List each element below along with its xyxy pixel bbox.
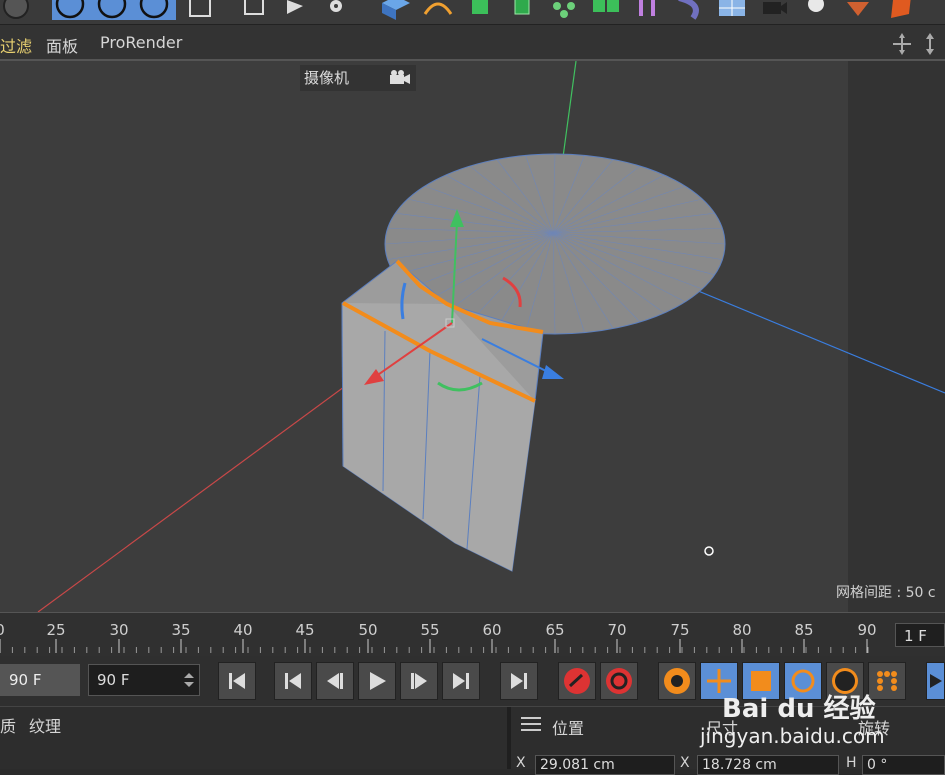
record-key-button[interactable]: [558, 662, 596, 700]
pen-icon: [423, 2, 453, 15]
extrude-icon: [514, 0, 530, 15]
floor-button[interactable]: [712, 0, 752, 20]
prev-key-icon: [285, 673, 301, 689]
previous-key-button[interactable]: [274, 662, 312, 700]
grid-floor-icon: [719, 0, 745, 16]
next-frame-button[interactable]: [400, 662, 438, 700]
array-button[interactable]: [586, 0, 626, 20]
timeline-ruler[interactable]: 02530354045505560657075808590 1 F: [0, 612, 945, 657]
bend-button[interactable]: [670, 0, 710, 20]
scene-canvas[interactable]: [0, 61, 945, 612]
prev-frame-icon: [327, 673, 343, 689]
pos-x-label: X: [516, 755, 526, 771]
xyz-axis-icons: [55, 0, 169, 19]
render-region-button[interactable]: [236, 0, 272, 20]
next-frame-icon: [411, 673, 427, 689]
dots-grid-icon: [877, 671, 897, 691]
subdivision-button[interactable]: [460, 0, 500, 20]
material-button[interactable]: [880, 0, 920, 20]
baidu-watermark-logo: Bai du 经验: [722, 694, 876, 724]
auto-key-icon: [606, 668, 632, 694]
next-key-button[interactable]: [442, 662, 480, 700]
light-bulb-icon: [808, 0, 824, 12]
hamburger-menu-icon[interactable]: [520, 715, 542, 733]
perspective-viewport[interactable]: 摄像机 网格间距: 50 c: [0, 61, 945, 612]
z-axis-arrow-icon[interactable]: [542, 365, 564, 379]
stepper-icon[interactable]: [183, 671, 195, 689]
cursor-icon: [3, 0, 29, 19]
cube-icon: [382, 0, 410, 20]
tab-texture[interactable]: 纹理: [29, 713, 61, 737]
end-frame-field[interactable]: 90 F: [0, 664, 80, 696]
scene-button[interactable]: [838, 0, 878, 20]
coordinate-system-button[interactable]: [184, 0, 218, 20]
size-x-field[interactable]: 18.728 cm: [697, 755, 839, 775]
viewport-menubar: 过滤 面板 ProRender: [0, 25, 945, 61]
select-tool-button[interactable]: [0, 0, 32, 20]
current-frame-field[interactable]: 1 F: [895, 623, 945, 647]
rot-h-label: H: [846, 755, 857, 771]
axis-lock-group: [52, 0, 176, 20]
coordinate-icon: [189, 0, 211, 17]
size-x-label: X: [680, 755, 690, 771]
bend-icon: [678, 0, 699, 20]
tab-material[interactable]: 质: [0, 713, 16, 737]
spline-pen-button[interactable]: [418, 0, 458, 20]
position-x-field[interactable]: 29.081 cm: [535, 755, 675, 775]
baidu-watermark-url: jingyan.baidu.com: [700, 724, 885, 748]
main-toolbar: [0, 0, 945, 25]
timeline-button[interactable]: [926, 662, 945, 700]
coordinates-position-header: 位置: [552, 719, 585, 738]
preview-end-value: 90 F: [97, 671, 130, 689]
cloner-button[interactable]: [544, 0, 584, 20]
camera-icon: [763, 2, 787, 14]
auto-key-button[interactable]: [600, 662, 638, 700]
timeline-icon: [929, 674, 942, 688]
deformer-button[interactable]: [628, 0, 668, 20]
play-icon: [370, 672, 386, 690]
rotation-h-field[interactable]: 0 °: [862, 755, 945, 775]
cubes-icon: [593, 0, 619, 12]
menu-panel[interactable]: 面板: [46, 33, 78, 57]
render-region-icon: [244, 0, 264, 15]
cloner-icon: [553, 2, 575, 18]
previous-frame-button[interactable]: [316, 662, 354, 700]
go-to-start-button[interactable]: [218, 662, 256, 700]
panel-divider: [507, 707, 511, 769]
go-to-end-button[interactable]: [500, 662, 538, 700]
key-gear-icon: [664, 668, 690, 694]
deformer-icon: [639, 0, 655, 16]
timeline-tick-marks: [0, 639, 869, 653]
keyframe-selection-button[interactable]: [658, 662, 696, 700]
menu-prorender[interactable]: ProRender: [100, 33, 182, 52]
skip-start-icon: [229, 673, 245, 689]
mouse-cursor-icon: [704, 546, 714, 556]
orange-cube-icon: [891, 0, 911, 18]
generator-button[interactable]: [502, 0, 542, 20]
skip-end-icon: [511, 673, 527, 689]
grid-spacing-label: 网格间距 : 50 c: [836, 585, 936, 601]
preview-end-field[interactable]: 90 F: [88, 664, 200, 696]
menu-filter[interactable]: 过滤: [0, 33, 32, 57]
record-key-icon: [564, 668, 590, 694]
cube-primitive-button[interactable]: [376, 0, 416, 20]
play-render-icon: [287, 0, 303, 14]
view-navigation-icons[interactable]: [890, 33, 940, 55]
gear-icon: [330, 0, 342, 12]
render-settings-button[interactable]: [318, 0, 354, 20]
next-key-icon: [453, 673, 469, 689]
render-view-button[interactable]: [276, 0, 312, 20]
camera-button[interactable]: [754, 0, 794, 20]
scene-icon: [847, 2, 869, 16]
light-button[interactable]: [796, 0, 836, 20]
green-cube-icon: [472, 0, 488, 14]
play-button[interactable]: [358, 662, 396, 700]
